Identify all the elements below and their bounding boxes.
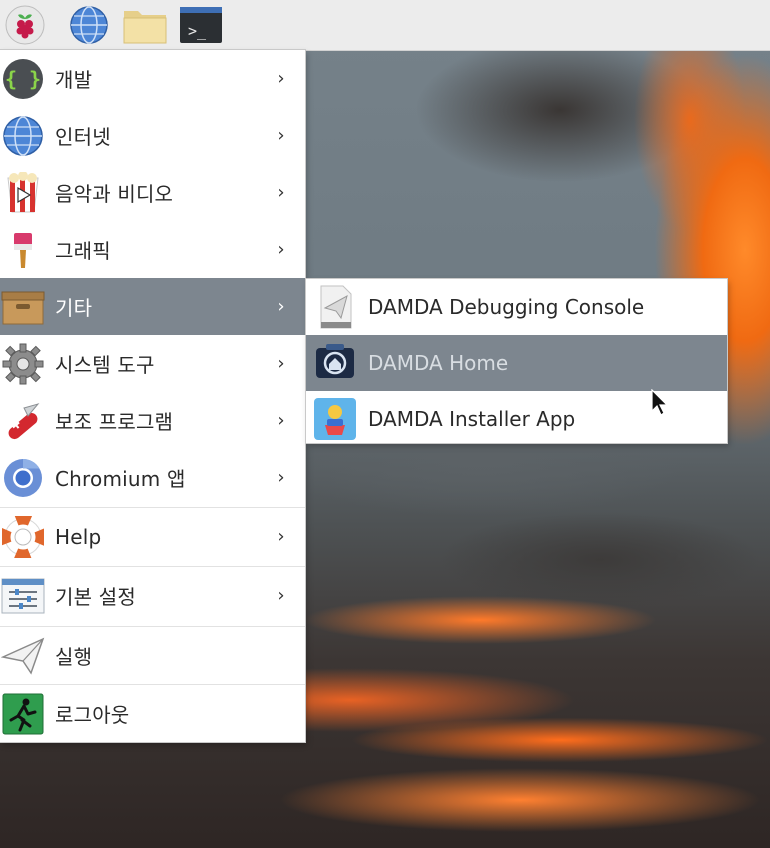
- file-manager-button[interactable]: [123, 4, 167, 46]
- submenu-item-damda-debugging-console[interactable]: DAMDA Debugging Console: [306, 279, 727, 335]
- chevron-right-icon: ›: [277, 353, 285, 374]
- swiss-knife-icon: [1, 399, 45, 443]
- menu-item-internet[interactable]: 인터넷 ›: [0, 107, 305, 164]
- menu-item-accessories[interactable]: 보조 프로그램 ›: [0, 392, 305, 449]
- menu-item-label: 로그아웃: [55, 703, 130, 727]
- menu-item-label: 시스템 도구: [55, 353, 155, 377]
- lifebuoy-icon: [1, 515, 45, 559]
- submenu-item-label: DAMDA Debugging Console: [368, 295, 645, 319]
- globe-icon: [70, 6, 108, 44]
- chevron-right-icon: ›: [277, 182, 285, 203]
- terminal-icon: >_: [180, 7, 222, 43]
- gear-icon: [1, 342, 45, 386]
- chevron-right-icon: ›: [277, 239, 285, 260]
- submenu-item-label: DAMDA Home: [368, 351, 509, 375]
- paper-plane-app-icon: [312, 284, 358, 330]
- damda-home-icon: [312, 340, 358, 386]
- chevron-right-icon: ›: [277, 585, 285, 606]
- chevron-right-icon: ›: [277, 526, 285, 547]
- submenu-item-label: DAMDA Installer App: [368, 407, 576, 431]
- raspberry-menu-button[interactable]: [3, 4, 47, 46]
- menu-item-label: 그래픽: [55, 239, 111, 263]
- menu-item-development[interactable]: { } 개발 ›: [0, 50, 305, 107]
- menu-item-run[interactable]: 실행: [0, 626, 305, 684]
- menu-item-label: 기본 설정: [55, 585, 136, 609]
- menu-item-label: 개발: [55, 68, 93, 92]
- chevron-right-icon: ›: [277, 125, 285, 146]
- application-menu: { } 개발 › 인터넷 › 음악과 비디오 › 그래픽 › 기타 › 시스템 …: [0, 50, 305, 742]
- mouse-cursor-icon: [651, 389, 669, 416]
- terminal-button[interactable]: >_: [179, 4, 223, 46]
- menu-item-logout[interactable]: 로그아웃: [0, 684, 305, 742]
- chromium-icon: [1, 456, 45, 500]
- raspberry-pi-icon: [5, 5, 45, 45]
- archive-box-icon: [1, 285, 45, 329]
- submenu-item-damda-home[interactable]: DAMDA Home: [306, 335, 727, 391]
- chevron-right-icon: ›: [277, 410, 285, 431]
- menu-item-label: 기타: [55, 296, 93, 320]
- other-submenu: DAMDA Debugging Console DAMDA Home DAMDA…: [306, 279, 727, 443]
- menu-item-other[interactable]: 기타 ›: [0, 278, 305, 335]
- menu-item-sound-video[interactable]: 음악과 비디오 ›: [0, 164, 305, 221]
- menu-item-label: Chromium 앱: [55, 467, 186, 491]
- globe-icon: [1, 114, 45, 158]
- menu-item-system-tools[interactable]: 시스템 도구 ›: [0, 335, 305, 392]
- paper-plane-icon: [1, 634, 45, 678]
- menu-item-graphics[interactable]: 그래픽 ›: [0, 221, 305, 278]
- terminal-prompt: >_: [188, 22, 207, 40]
- svg-text:{ }: { }: [5, 67, 41, 91]
- menu-item-label: 음악과 비디오: [55, 182, 174, 206]
- chevron-right-icon: ›: [277, 296, 285, 317]
- menu-item-chromium-apps[interactable]: Chromium 앱 ›: [0, 449, 305, 506]
- menu-item-preferences[interactable]: 기본 설정 ›: [0, 566, 305, 624]
- damda-installer-icon: [312, 396, 358, 442]
- taskbar: >_: [0, 0, 770, 51]
- menu-item-label: 보조 프로그램: [55, 410, 174, 434]
- exit-running-man-icon: [1, 692, 45, 736]
- menu-item-help[interactable]: Help ›: [0, 507, 305, 565]
- folder-icon: [123, 11, 167, 44]
- preferences-sliders-icon: [1, 574, 45, 618]
- menu-item-label: 인터넷: [55, 125, 111, 149]
- popcorn-play-icon: [1, 171, 45, 215]
- web-browser-button[interactable]: [67, 4, 111, 46]
- menu-item-label: 실행: [55, 645, 93, 669]
- paintbrush-icon: [1, 228, 45, 272]
- menu-item-label: Help: [55, 524, 102, 549]
- chevron-right-icon: ›: [277, 68, 285, 89]
- chevron-right-icon: ›: [277, 467, 285, 488]
- code-braces-icon: { }: [1, 57, 45, 101]
